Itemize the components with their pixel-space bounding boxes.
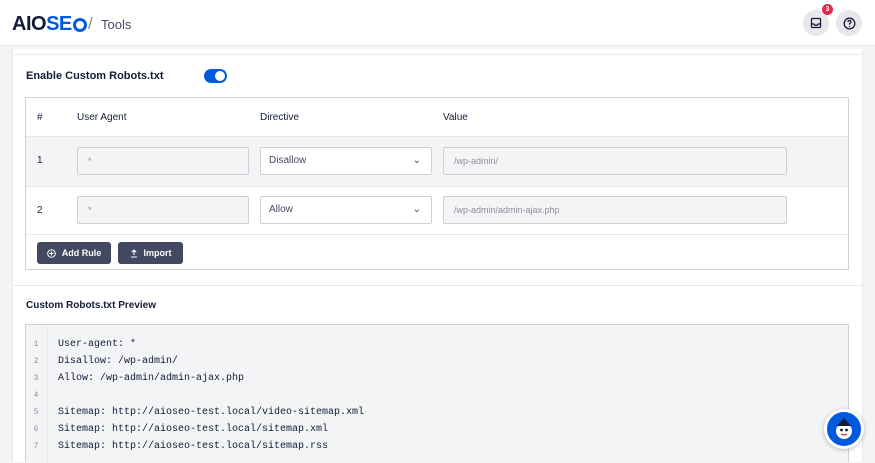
chevron-down-icon: ⌄ (412, 155, 421, 166)
notification-count-badge: 3 (822, 4, 833, 15)
enable-custom-robots-label: Enable Custom Robots.txt (26, 70, 164, 82)
code-line: Sitemap: http://aioseo-test.local/sitema… (58, 424, 329, 435)
breadcrumb-separator: / (88, 14, 93, 33)
logo-gear-icon (72, 17, 87, 32)
line-number: 7 (33, 442, 39, 451)
add-rule-label: Add Rule (61, 248, 102, 258)
inbox-icon (810, 17, 822, 29)
import-button[interactable]: Import (118, 242, 183, 264)
table-row: 2 * Allow ⌄ /wp-admin/admin-ajax.php (26, 186, 848, 236)
line-number: 3 (33, 374, 39, 383)
line-number: 4 (33, 391, 39, 400)
top-bar: AIO SE / Tools 3 (0, 0, 875, 46)
robots-rules-table: # User Agent Directive Value 1 * Disallo… (25, 97, 849, 270)
table-row: 1 * Disallow ⌄ /wp-admin/ (26, 136, 848, 186)
code-line: Sitemap: http://aioseo-test.local/video-… (58, 407, 365, 418)
column-header-value: Value (443, 112, 468, 123)
column-header-num: # (37, 112, 43, 123)
directive-value: Disallow (269, 155, 307, 166)
directive-select[interactable]: Disallow ⌄ (260, 147, 432, 175)
code-line: Disallow: /wp-admin/ (58, 356, 179, 367)
row-number: 1 (37, 155, 43, 166)
user-agent-input[interactable]: * (77, 196, 249, 224)
line-number: 2 (33, 357, 39, 366)
code-line: Allow: /wp-admin/admin-ajax.php (58, 373, 245, 384)
help-mascot-button[interactable] (824, 409, 864, 449)
enable-custom-robots-toggle[interactable] (204, 69, 227, 83)
directive-select[interactable]: Allow ⌄ (260, 196, 432, 224)
import-label: Import (143, 248, 172, 258)
help-button[interactable] (836, 10, 862, 36)
robots-preview-code: 1 User-agent: * 2 Disallow: /wp-admin/ 3… (25, 324, 849, 463)
table-actions-row: Add Rule Import (26, 234, 848, 270)
toggle-knob (215, 71, 225, 81)
help-icon (843, 17, 855, 29)
preview-title: Custom Robots.txt Preview (26, 300, 157, 311)
line-number: 6 (33, 425, 39, 434)
add-rule-button[interactable]: Add Rule (37, 242, 111, 264)
code-line: User-agent: * (58, 339, 137, 350)
row-number: 2 (37, 205, 43, 216)
line-number: 1 (33, 340, 39, 349)
value-input[interactable]: /wp-admin/ (443, 147, 787, 175)
logo-text-suffix: SE (46, 13, 72, 35)
mascot-icon (836, 418, 852, 439)
plus-circle-icon (46, 248, 56, 258)
breadcrumb-tools: Tools (101, 17, 132, 32)
logo-text-prefix: AIO (12, 13, 47, 35)
divider (12, 54, 863, 55)
directive-value: Allow (269, 204, 293, 215)
upload-icon (130, 248, 137, 258)
column-header-directive: Directive (260, 112, 299, 123)
divider (12, 285, 863, 286)
aioseo-logo[interactable]: AIO SE (12, 13, 88, 36)
column-header-user-agent: User Agent (77, 112, 127, 123)
user-agent-input[interactable]: * (77, 147, 249, 175)
notifications-button[interactable]: 3 (803, 4, 833, 36)
line-number: 5 (33, 408, 39, 417)
code-line: Sitemap: http://aioseo-test.local/sitema… (58, 441, 329, 452)
chevron-down-icon: ⌄ (412, 204, 421, 215)
value-input[interactable]: /wp-admin/admin-ajax.php (443, 196, 787, 224)
